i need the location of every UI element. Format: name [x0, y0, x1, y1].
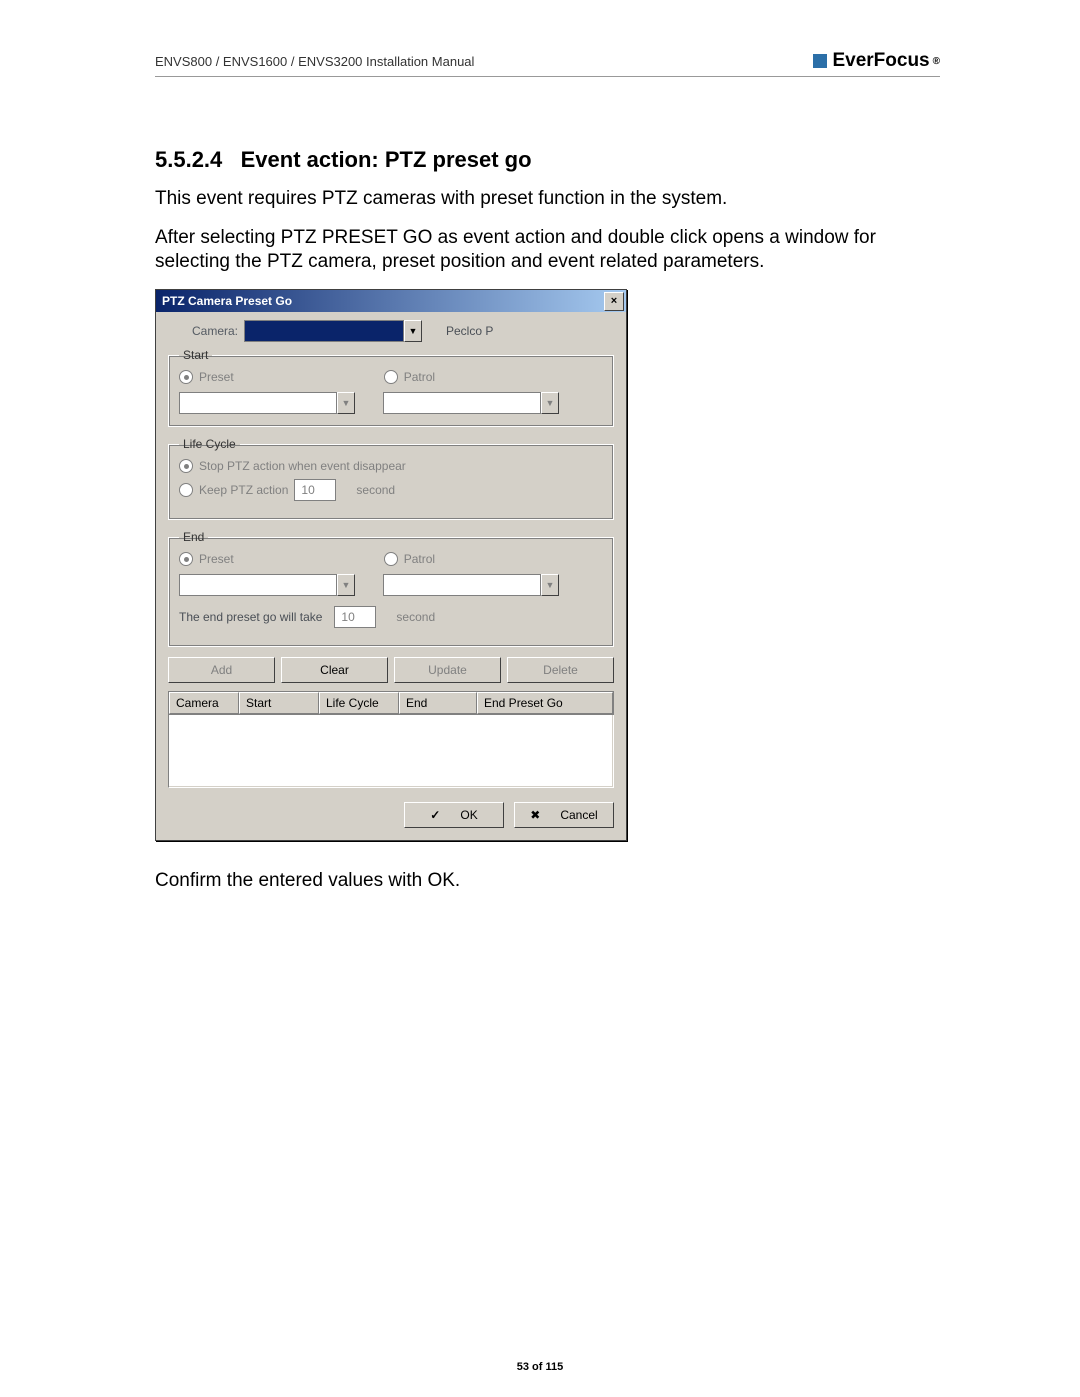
start-preset-label: Preset: [199, 370, 234, 384]
chevron-down-icon[interactable]: ▼: [404, 320, 422, 342]
chevron-down-icon[interactable]: ▼: [541, 574, 559, 596]
start-patrol-input[interactable]: [383, 392, 541, 414]
col-life-cycle[interactable]: Life Cycle: [319, 692, 399, 714]
life-cycle-group: Life Cycle Stop PTZ action when event di…: [168, 437, 614, 520]
clear-button[interactable]: Clear: [281, 657, 388, 683]
col-camera[interactable]: Camera: [169, 692, 239, 714]
brand-sup: ®: [933, 56, 940, 67]
chevron-down-icon[interactable]: ▼: [337, 574, 355, 596]
end-patrol-combo[interactable]: ▼: [383, 574, 559, 596]
update-button[interactable]: Update: [394, 657, 501, 683]
radio-icon: [179, 370, 193, 384]
start-preset-combo[interactable]: ▼: [179, 392, 355, 414]
end-take-label: The end preset go will take: [179, 610, 322, 624]
end-preset-label: Preset: [199, 552, 234, 566]
col-end-preset-go[interactable]: End Preset Go: [477, 692, 613, 714]
end-patrol-input[interactable]: [383, 574, 541, 596]
cancel-button[interactable]: Cancel: [514, 802, 614, 828]
cancel-label: Cancel: [560, 808, 597, 822]
end-take-value[interactable]: 10: [334, 606, 376, 628]
brand-logo: EverFocus ®: [813, 50, 940, 72]
doc-title: ENVS800 / ENVS1600 / ENVS3200 Installati…: [155, 54, 474, 69]
camera-protocol-label: Peclco P: [446, 324, 493, 338]
confirm-text: Confirm the entered values with OK.: [155, 869, 940, 894]
table-header: Camera Start Life Cycle End End Preset G…: [168, 691, 614, 715]
life-keep-unit: second: [356, 483, 395, 497]
delete-button[interactable]: Delete: [507, 657, 614, 683]
brand-icon: [813, 54, 827, 68]
ptz-preset-go-dialog: PTZ Camera Preset Go × Camera: ▼ Peclco …: [155, 289, 627, 841]
start-preset-input[interactable]: [179, 392, 337, 414]
chevron-down-icon[interactable]: ▼: [337, 392, 355, 414]
brand-name: EverFocus: [832, 50, 929, 72]
start-legend: Start: [179, 348, 212, 362]
life-keep-value[interactable]: 10: [294, 479, 336, 501]
table-body[interactable]: [168, 715, 614, 788]
camera-combo-input[interactable]: [244, 320, 404, 342]
dialog-titlebar[interactable]: PTZ Camera Preset Go ×: [156, 290, 626, 312]
start-patrol-combo[interactable]: ▼: [383, 392, 559, 414]
radio-icon: [179, 483, 193, 497]
radio-icon: [384, 370, 398, 384]
camera-combo[interactable]: ▼: [244, 320, 422, 342]
end-preset-combo[interactable]: ▼: [179, 574, 355, 596]
start-patrol-radio[interactable]: Patrol: [384, 370, 435, 384]
start-preset-radio[interactable]: Preset: [179, 370, 234, 384]
end-group: End Preset Patrol ▼: [168, 530, 614, 647]
ok-button[interactable]: OK: [404, 802, 504, 828]
section-para1: This event requires PTZ cameras with pre…: [155, 187, 940, 212]
page-number: 53 of 115: [0, 1361, 1080, 1373]
radio-icon: [179, 552, 193, 566]
close-icon: [530, 808, 550, 822]
start-patrol-label: Patrol: [404, 370, 435, 384]
life-cycle-legend: Life Cycle: [179, 437, 240, 451]
section-title: Event action: PTZ preset go: [241, 147, 532, 172]
life-stop-label: Stop PTZ action when event disappear: [199, 459, 406, 473]
close-button[interactable]: ×: [604, 292, 624, 311]
life-stop-radio[interactable]: Stop PTZ action when event disappear: [179, 459, 406, 473]
dialog-title: PTZ Camera Preset Go: [162, 294, 292, 308]
section-heading: 5.5.2.4 Event action: PTZ preset go: [155, 147, 940, 173]
page-header: ENVS800 / ENVS1600 / ENVS3200 Installati…: [155, 50, 940, 77]
end-preset-input[interactable]: [179, 574, 337, 596]
check-icon: [430, 808, 450, 822]
life-keep-radio[interactable]: Keep PTZ action: [179, 483, 288, 497]
start-group: Start Preset Patrol ▼: [168, 348, 614, 427]
radio-icon: [384, 552, 398, 566]
chevron-down-icon[interactable]: ▼: [541, 392, 559, 414]
radio-icon: [179, 459, 193, 473]
end-preset-radio[interactable]: Preset: [179, 552, 234, 566]
camera-label: Camera:: [168, 324, 238, 338]
add-button[interactable]: Add: [168, 657, 275, 683]
ok-label: OK: [460, 808, 477, 822]
section-para2: After selecting PTZ PRESET GO as event a…: [155, 226, 940, 275]
col-start[interactable]: Start: [239, 692, 319, 714]
end-patrol-label: Patrol: [404, 552, 435, 566]
col-end[interactable]: End: [399, 692, 477, 714]
end-legend: End: [179, 530, 208, 544]
end-take-unit: second: [396, 610, 435, 624]
life-keep-label: Keep PTZ action: [199, 483, 288, 497]
end-patrol-radio[interactable]: Patrol: [384, 552, 435, 566]
section-number: 5.5.2.4: [155, 147, 222, 172]
